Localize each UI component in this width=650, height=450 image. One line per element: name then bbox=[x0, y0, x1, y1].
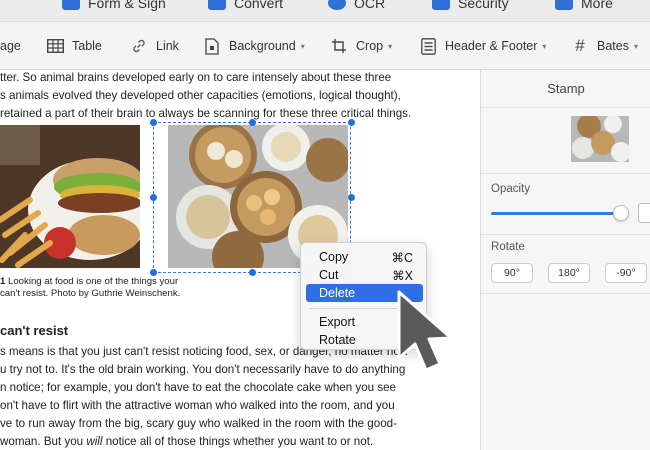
paragraph-line: s animals evolved they developed other c… bbox=[0, 89, 401, 102]
paragraph-line: on't have to flirt with the attractive w… bbox=[0, 399, 395, 412]
convert-icon bbox=[208, 0, 226, 10]
security-icon bbox=[432, 0, 450, 10]
menu-item-cut[interactable]: Cut ⌘X bbox=[306, 266, 423, 284]
form-sign-icon bbox=[62, 0, 80, 10]
main-toolbar: Form & Sign Convert OCR Security More bbox=[0, 0, 650, 22]
paragraph-line: u try not to. It's the old brain working… bbox=[0, 363, 406, 376]
form-sign-tool[interactable]: Form & Sign bbox=[62, 0, 166, 14]
figure-caption-line: can't resist. Photo by Guthrie Weinschen… bbox=[0, 288, 181, 299]
convert-tool[interactable]: Convert bbox=[208, 0, 283, 14]
resize-handle[interactable] bbox=[249, 269, 256, 276]
more-icon bbox=[555, 0, 573, 10]
opacity-value-field[interactable] bbox=[638, 203, 650, 223]
background-tool[interactable]: Background ▾ bbox=[203, 22, 305, 70]
rotate-90-button[interactable]: 90° bbox=[491, 263, 533, 283]
hash-icon: # bbox=[575, 36, 585, 55]
rotate-180-button[interactable]: 180° bbox=[548, 263, 590, 283]
paragraph-line: ve to run away from the big, scary guy w… bbox=[0, 417, 397, 430]
crop-tool[interactable]: Crop ▾ bbox=[330, 22, 392, 70]
crop-icon bbox=[330, 37, 348, 55]
stamp-properties-panel: Stamp Opacity Rotate 90° 180° -90° bbox=[480, 70, 650, 450]
paragraph-line: n notice; for example, you don't have to… bbox=[0, 381, 397, 394]
header-footer-icon bbox=[419, 37, 437, 55]
link-tool[interactable]: Link bbox=[130, 22, 179, 70]
rotate-label: Rotate bbox=[491, 241, 525, 253]
panel-title: Stamp bbox=[481, 70, 650, 108]
background-icon bbox=[203, 37, 221, 55]
panel-divider bbox=[481, 293, 650, 294]
section-heading: can't resist bbox=[0, 323, 69, 338]
chevron-down-icon: ▾ bbox=[388, 41, 393, 51]
burger-photo[interactable] bbox=[0, 125, 140, 268]
ocr-icon bbox=[328, 0, 346, 10]
edit-toolbar: age Table Link Background ▾ Crop ▾ Heade… bbox=[0, 22, 650, 70]
chevron-down-icon: ▾ bbox=[542, 41, 547, 51]
table-icon bbox=[46, 37, 64, 55]
link-icon bbox=[130, 37, 148, 55]
resize-handle[interactable] bbox=[249, 119, 256, 126]
opacity-label: Opacity bbox=[491, 183, 530, 195]
resize-handle[interactable] bbox=[150, 119, 157, 126]
image-tool[interactable]: age bbox=[0, 22, 21, 70]
paragraph-line: woman. But you will notice all of those … bbox=[0, 435, 374, 448]
resize-handle[interactable] bbox=[150, 194, 157, 201]
chevron-down-icon: ▾ bbox=[300, 41, 305, 51]
panel-divider bbox=[481, 173, 650, 174]
chevron-down-icon: ▾ bbox=[633, 41, 638, 51]
security-tool[interactable]: Security bbox=[432, 0, 509, 14]
resize-handle[interactable] bbox=[348, 119, 355, 126]
bates-tool[interactable]: # Bates ▾ bbox=[571, 22, 638, 70]
paragraph-line: tter. So animal brains developed early o… bbox=[0, 71, 392, 84]
more-tool[interactable]: More bbox=[555, 0, 613, 14]
table-tool[interactable]: Table bbox=[46, 22, 102, 70]
ocr-tool[interactable]: OCR bbox=[328, 0, 385, 14]
panel-divider bbox=[481, 234, 650, 235]
header-footer-tool[interactable]: Header & Footer ▾ bbox=[419, 22, 546, 70]
resize-handle[interactable] bbox=[348, 194, 355, 201]
rotate-minus-90-button[interactable]: -90° bbox=[605, 263, 647, 283]
opacity-slider-track[interactable] bbox=[491, 212, 623, 215]
opacity-slider-knob[interactable] bbox=[613, 205, 629, 221]
mouse-pointer-icon bbox=[395, 290, 475, 380]
menu-item-copy[interactable]: Copy ⌘C bbox=[306, 248, 423, 266]
stamp-thumbnail[interactable] bbox=[571, 116, 629, 162]
